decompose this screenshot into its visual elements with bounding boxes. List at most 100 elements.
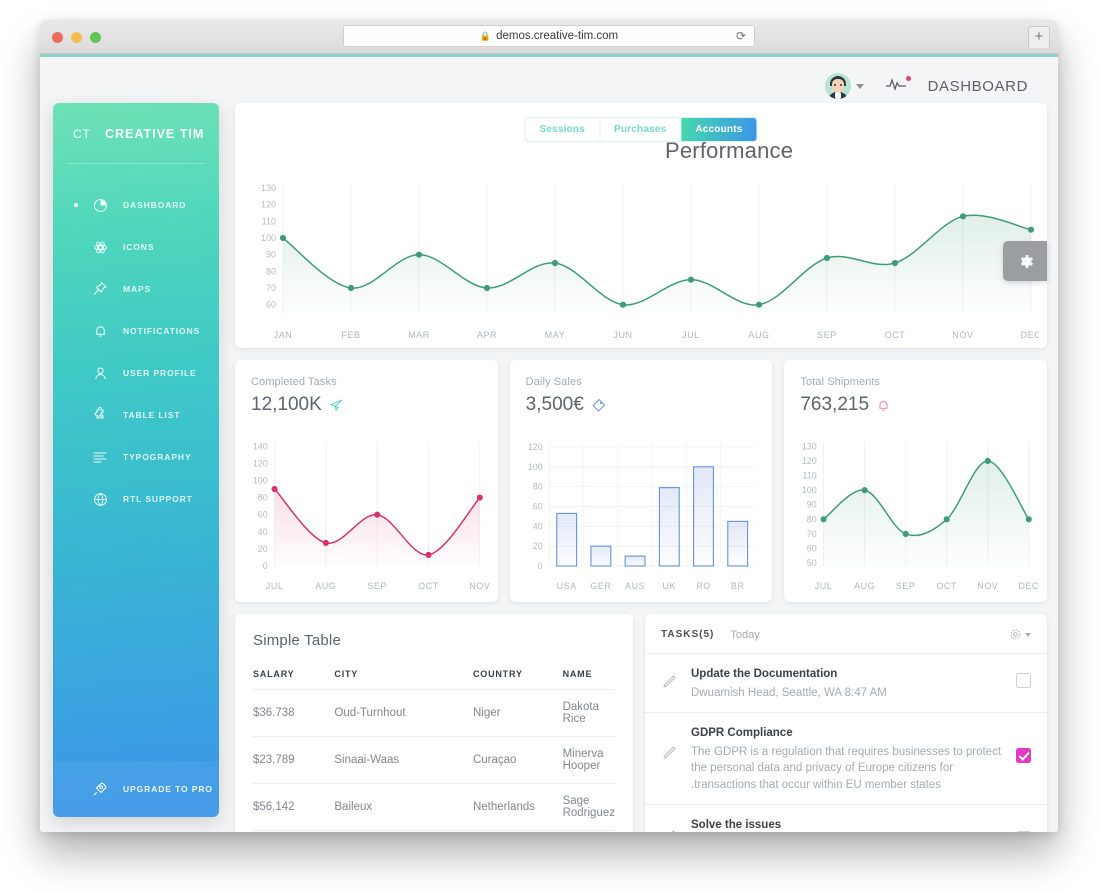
sidebar-item-user-profile[interactable]: USER PROFILE xyxy=(53,352,219,394)
tab-sessions[interactable]: Sessions xyxy=(525,118,600,141)
card-label: Completed Tasks xyxy=(251,376,337,388)
pencil-icon[interactable] xyxy=(661,815,691,832)
sidebar-item-icons[interactable]: ICONS xyxy=(53,226,219,268)
bottom-row: Simple Table SALARY CITY COUNTRY NAME $3… xyxy=(235,614,1047,832)
svg-text:80: 80 xyxy=(266,266,276,276)
pie-chart-icon xyxy=(89,198,111,213)
task-item[interactable]: GDPR Compliance The GDPR is a regulation… xyxy=(645,713,1047,805)
completed-tasks-card: Completed Tasks 12,100K 140 120 100 80 60 40 2… xyxy=(235,360,498,602)
bell-icon xyxy=(879,400,888,411)
table-title: Simple Table xyxy=(253,632,342,649)
page-viewport: DASHBOARD CT CREATIVE TIM DASHBOARD ICON… xyxy=(40,57,1058,832)
svg-text:NOV: NOV xyxy=(978,581,999,591)
tag-icon xyxy=(592,398,605,412)
minimize-window-button[interactable] xyxy=(71,32,82,43)
cell-country: Curaçao xyxy=(472,736,563,784)
svg-text:APR: APR xyxy=(477,330,497,340)
address-bar-url: demos.creative-tim.com xyxy=(496,30,619,42)
task-item[interactable]: Solve the issues Fifty percent of all re… xyxy=(645,805,1047,832)
window-controls[interactable] xyxy=(52,32,101,43)
activity-pulse-icon[interactable] xyxy=(885,75,911,96)
svg-text:SEP: SEP xyxy=(817,330,837,340)
maximize-window-button[interactable] xyxy=(90,32,101,43)
cell-salary: $23,789 xyxy=(253,736,335,784)
table-row[interactable]: $38,735 Overland Park Korea, South Phili… xyxy=(253,830,615,832)
table-row[interactable]: $23,789 Sinaai-Waas Curaçao Minerva Hoop… xyxy=(253,736,615,784)
sidebar-item-notifications[interactable]: NOTIFICATIONS xyxy=(53,310,219,352)
upgrade-to-pro-button[interactable]: UPGRADE TO PRO xyxy=(53,761,219,817)
account-menu[interactable] xyxy=(824,73,864,99)
svg-text:50: 50 xyxy=(807,558,817,568)
svg-text:100: 100 xyxy=(802,485,817,495)
svg-text:110: 110 xyxy=(803,470,817,480)
sidebar-item-typography[interactable]: TYPOGRAPHY xyxy=(53,436,219,478)
tab-accounts[interactable]: Accounts xyxy=(681,118,757,141)
close-window-button[interactable] xyxy=(52,32,63,43)
task-description: The GDPR is a regulation that requires b… xyxy=(691,745,1002,792)
performance-chart: 130 120 110 100 90 80 70 60 JAN FEB MAR APR MAY JUN JU… xyxy=(249,173,1041,341)
svg-text:140: 140 xyxy=(253,441,268,451)
task-checkbox[interactable] xyxy=(1016,830,1031,832)
avatar[interactable] xyxy=(824,73,851,99)
card-label: Total Shipments xyxy=(800,376,881,388)
sidebar-item-table-list[interactable]: TABLE LIST xyxy=(53,394,219,436)
address-bar[interactable]: 🔒 demos.creative-tim.com ⟳ xyxy=(343,25,755,47)
svg-text:AUG: AUG xyxy=(854,581,875,591)
svg-text:40: 40 xyxy=(532,521,542,531)
sidebar-brand[interactable]: CT CREATIVE TIM xyxy=(53,103,219,163)
svg-text:40: 40 xyxy=(258,527,268,537)
table-row[interactable]: $36.738 Oud-Turnhout Niger Dakota Rice xyxy=(253,689,615,737)
task-title: Update the Documentation xyxy=(691,668,838,680)
sidebar-item-rtl-support[interactable]: RTL SUPPORT xyxy=(53,478,219,520)
tasks-subheading[interactable]: Today xyxy=(730,629,759,641)
svg-text:AUG: AUG xyxy=(748,330,769,340)
svg-text:DEC: DEC xyxy=(1021,330,1039,340)
task-description: Dwuamish Head, Seattle, WA 8:47 AM xyxy=(691,687,887,699)
table-row[interactable]: $56,142 Baileux Netherlands Sage Rodrigu… xyxy=(253,783,615,831)
svg-text:110: 110 xyxy=(262,216,276,226)
new-tab-button[interactable]: + xyxy=(1028,26,1050,48)
svg-text:RO: RO xyxy=(696,581,711,591)
chevron-down-icon[interactable] xyxy=(1025,632,1031,637)
rocket-icon xyxy=(89,781,111,797)
svg-text:100: 100 xyxy=(261,233,276,243)
puzzle-icon xyxy=(89,407,111,423)
cell-salary: $38,735 xyxy=(253,830,335,832)
svg-text:100: 100 xyxy=(528,462,543,472)
browser-titlebar: 🔒 demos.creative-tim.com ⟳ + xyxy=(40,20,1058,54)
pencil-icon[interactable] xyxy=(661,723,691,766)
tasks-settings-button[interactable] xyxy=(1009,628,1031,641)
pencil-icon[interactable] xyxy=(661,664,691,695)
svg-text:USA: USA xyxy=(556,581,576,591)
cell-salary: $36.738 xyxy=(253,689,335,737)
chevron-down-icon[interactable] xyxy=(855,83,864,89)
svg-text:AUG: AUG xyxy=(315,581,336,591)
settings-panel-toggle[interactable] xyxy=(1003,241,1047,281)
svg-text:80: 80 xyxy=(258,493,268,503)
column-header-country: COUNTRY xyxy=(472,669,523,679)
reload-icon[interactable]: ⟳ xyxy=(736,29,746,43)
task-checkbox[interactable] xyxy=(1016,673,1031,688)
svg-text:120: 120 xyxy=(802,456,817,466)
svg-text:JUL: JUL xyxy=(682,330,700,340)
cell-name: Sage Rodriguez xyxy=(562,783,615,831)
task-checkbox[interactable] xyxy=(1016,747,1031,763)
svg-text:60: 60 xyxy=(266,300,276,310)
task-item[interactable]: Update the Documentation Dwuamish Head, … xyxy=(645,654,1047,713)
tab-purchases[interactable]: Purchases xyxy=(600,118,682,141)
svg-text:OCT: OCT xyxy=(418,581,439,591)
sidebar-item-label: MAPS xyxy=(123,284,152,294)
svg-text:FEB: FEB xyxy=(341,330,360,340)
total-shipments-card: Total Shipments 763,215 130 120 110 100 90 80… xyxy=(784,360,1048,602)
daily-sales-chart: 120 100 80 60 40 20 0 USA GER AUS UK RO BR xyxy=(518,432,765,592)
sidebar-item-maps[interactable]: MAPS xyxy=(53,268,219,310)
svg-text:NOV: NOV xyxy=(469,581,489,591)
cell-country: Netherlands xyxy=(472,783,563,831)
sidebar-item-dashboard[interactable]: DASHBOARD xyxy=(53,184,219,226)
svg-text:0: 0 xyxy=(537,561,542,571)
svg-text:60: 60 xyxy=(807,543,817,553)
simple-table: SALARY CITY COUNTRY NAME $36.738 Oud-Tur… xyxy=(253,669,615,832)
svg-text:BR: BR xyxy=(731,581,745,591)
sidebar-item-label: ICONS xyxy=(123,242,155,252)
svg-text:100: 100 xyxy=(253,475,268,485)
